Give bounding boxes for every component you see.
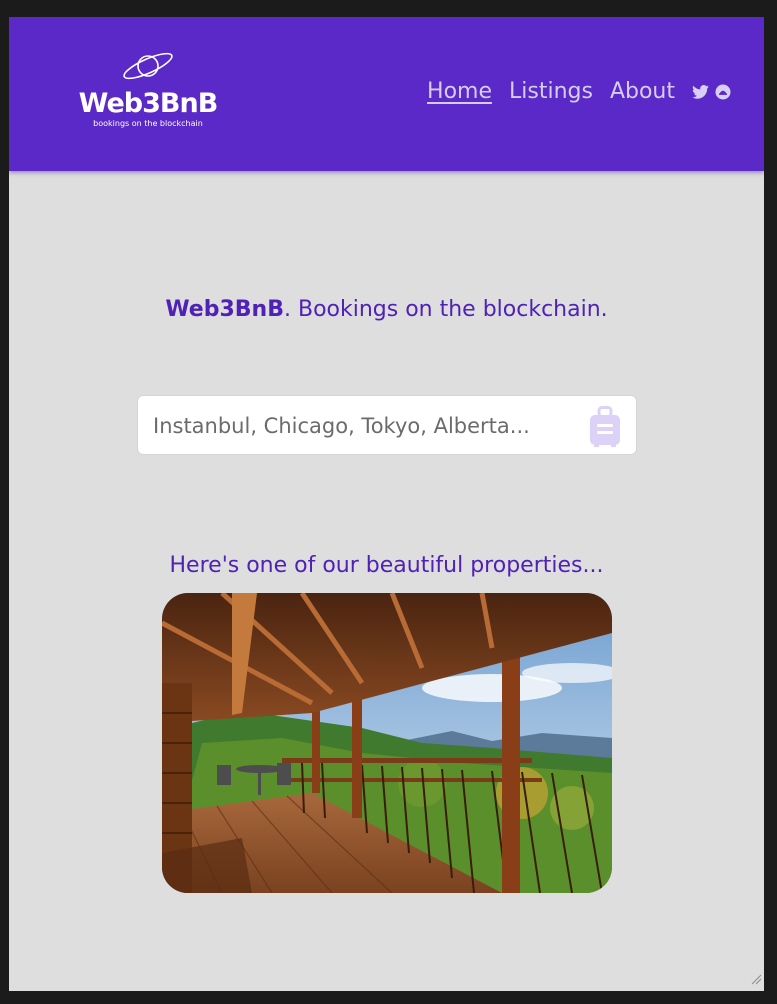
luggage-icon[interactable] xyxy=(588,406,622,452)
nav-about-link[interactable]: About xyxy=(610,77,675,107)
logo-tagline: bookings on the blockchain xyxy=(93,119,203,128)
browser-viewport: Web3BnB bookings on the blockchain Home … xyxy=(9,17,764,991)
nav-listings-link[interactable]: Listings xyxy=(509,77,593,107)
property-photo xyxy=(162,593,612,893)
logo-name: Web3BnB xyxy=(78,88,219,119)
featured-heading: Here's one of our beautiful properties..… xyxy=(169,553,604,578)
planet-icon xyxy=(123,52,173,80)
hero-brand: Web3BnB xyxy=(165,297,284,322)
hero-tagline: Web3BnB. Bookings on the blockchain. xyxy=(9,297,764,322)
search-box xyxy=(137,395,637,455)
social-icon[interactable] xyxy=(715,84,731,100)
main-nav: Home Listings About xyxy=(427,77,731,107)
search-input[interactable] xyxy=(153,406,573,446)
site-header: Web3BnB bookings on the blockchain Home … xyxy=(9,17,764,171)
site-logo[interactable]: Web3BnB bookings on the blockchain xyxy=(73,47,223,129)
hero-subtitle: . Bookings on the blockchain. xyxy=(284,297,608,322)
resize-handle-icon[interactable] xyxy=(750,970,762,989)
twitter-icon[interactable] xyxy=(692,85,709,99)
nav-home-link[interactable]: Home xyxy=(427,77,492,107)
